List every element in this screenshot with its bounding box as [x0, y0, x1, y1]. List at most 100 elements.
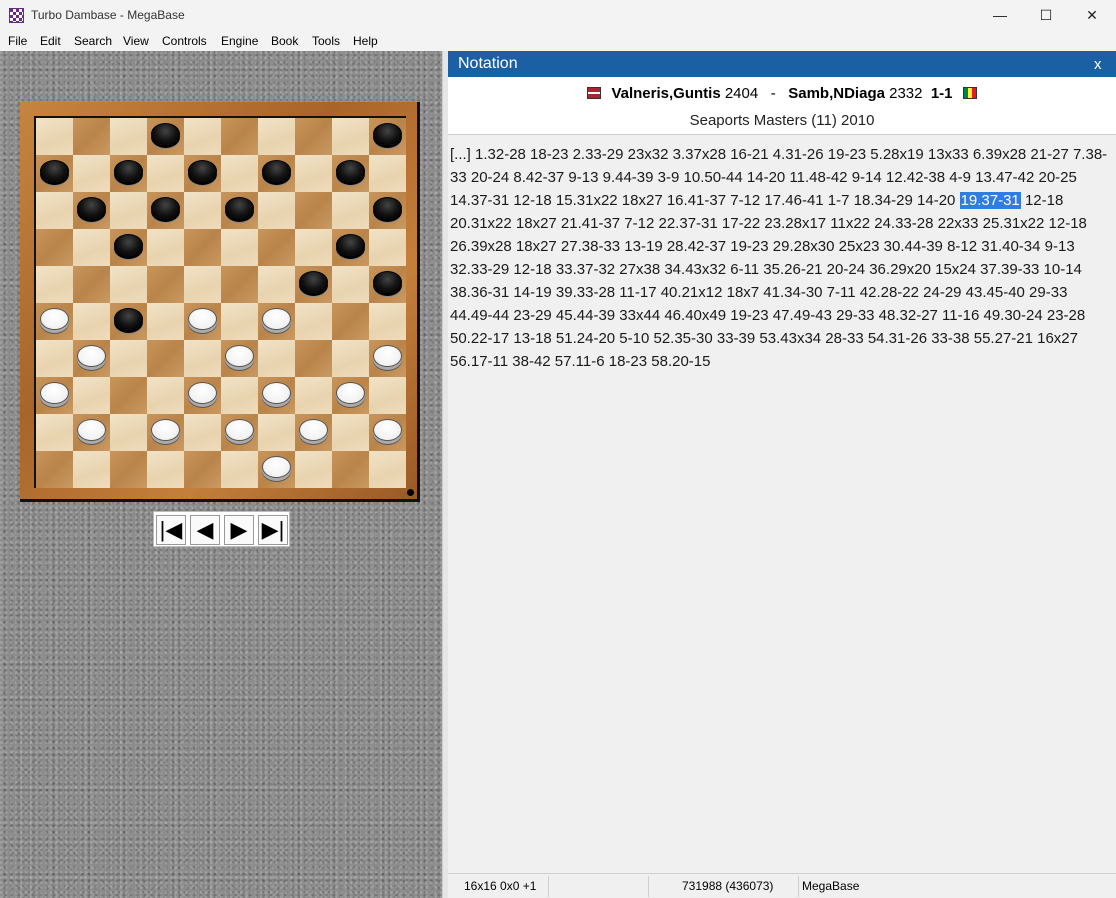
- notation-header: Notation x: [448, 51, 1116, 77]
- black-piece[interactable]: [151, 123, 180, 145]
- minimize-button[interactable]: —: [977, 0, 1023, 31]
- white-piece[interactable]: [188, 308, 217, 330]
- white-piece[interactable]: [225, 345, 254, 367]
- previous-move-button[interactable]: ◀: [190, 515, 220, 545]
- white-piece[interactable]: [262, 382, 291, 404]
- black-piece[interactable]: [40, 160, 69, 182]
- dark-square[interactable]: [295, 192, 332, 229]
- light-square: [295, 303, 332, 340]
- black-piece[interactable]: [225, 197, 254, 219]
- menu-file[interactable]: File: [8, 34, 27, 48]
- menu-search[interactable]: Search: [74, 34, 112, 48]
- menu-edit[interactable]: Edit: [40, 34, 61, 48]
- white-piece[interactable]: [77, 419, 106, 441]
- latvia-flag-icon: [587, 87, 602, 99]
- black-piece[interactable]: [151, 197, 180, 219]
- first-move-button[interactable]: |◀: [156, 515, 186, 545]
- black-piece[interactable]: [373, 197, 402, 219]
- dark-square[interactable]: [332, 451, 369, 488]
- white-piece[interactable]: [299, 419, 328, 441]
- light-square: [258, 118, 295, 155]
- notation-panel: Notation x Valneris,Guntis 2404 - Samb,N…: [448, 51, 1116, 873]
- game-header: Valneris,Guntis 2404 - Samb,NDiaga 2332 …: [448, 77, 1116, 135]
- moves-after-current[interactable]: 12-18 20.31x22 18x27 21.41-37 7-12 22.37…: [450, 192, 1087, 370]
- black-piece[interactable]: [336, 234, 365, 256]
- light-square: [36, 266, 73, 303]
- dark-square[interactable]: [295, 118, 332, 155]
- light-square: [258, 414, 295, 451]
- dark-square[interactable]: [184, 451, 221, 488]
- dark-square[interactable]: [36, 229, 73, 266]
- light-square: [258, 266, 295, 303]
- black-piece[interactable]: [373, 123, 402, 145]
- light-square: [295, 377, 332, 414]
- white-piece[interactable]: [262, 456, 291, 478]
- black-piece[interactable]: [77, 197, 106, 219]
- light-square: [147, 303, 184, 340]
- light-square: [73, 451, 110, 488]
- dark-square[interactable]: [221, 118, 258, 155]
- status-separator: [648, 876, 649, 897]
- status-game-count: 731988 (436073): [682, 879, 774, 893]
- current-move[interactable]: 19.37-31: [959, 192, 1021, 209]
- maximize-button[interactable]: ☐: [1023, 0, 1069, 31]
- menu-help[interactable]: Help: [353, 34, 378, 48]
- dark-square[interactable]: [73, 266, 110, 303]
- menu-engine[interactable]: Engine: [221, 34, 258, 48]
- last-move-button[interactable]: ▶|: [258, 515, 288, 545]
- white-player-name: Valneris,Guntis: [611, 85, 721, 102]
- dark-square[interactable]: [147, 340, 184, 377]
- menu-tools[interactable]: Tools: [312, 34, 340, 48]
- board-pane: |◀ ◀ ▶ ▶|: [0, 51, 442, 898]
- black-piece[interactable]: [373, 271, 402, 293]
- black-piece[interactable]: [114, 234, 143, 256]
- dark-square[interactable]: [73, 118, 110, 155]
- white-piece[interactable]: [262, 308, 291, 330]
- dark-square[interactable]: [258, 229, 295, 266]
- black-piece[interactable]: [114, 160, 143, 182]
- black-piece[interactable]: [299, 271, 328, 293]
- players-line: Valneris,Guntis 2404 - Samb,NDiaga 2332 …: [448, 85, 1116, 102]
- light-square: [332, 414, 369, 451]
- light-square: [36, 340, 73, 377]
- light-square: [369, 451, 406, 488]
- status-board-info: 16x16 0x0 +1: [464, 879, 537, 893]
- draughts-board[interactable]: [34, 116, 406, 488]
- light-square: [369, 377, 406, 414]
- white-piece[interactable]: [40, 308, 69, 330]
- menu-book[interactable]: Book: [271, 34, 298, 48]
- dark-square[interactable]: [332, 303, 369, 340]
- black-piece[interactable]: [336, 160, 365, 182]
- dark-square[interactable]: [184, 229, 221, 266]
- white-piece[interactable]: [373, 419, 402, 441]
- white-piece[interactable]: [373, 345, 402, 367]
- menu-controls[interactable]: Controls: [162, 34, 207, 48]
- white-piece[interactable]: [40, 382, 69, 404]
- senegal-flag-icon: [962, 87, 977, 99]
- move-list[interactable]: [...] 1.32-28 18-23 2.33-29 23x32 3.37x2…: [450, 143, 1112, 373]
- light-square: [147, 451, 184, 488]
- dark-square[interactable]: [295, 340, 332, 377]
- black-piece[interactable]: [262, 160, 291, 182]
- next-move-button[interactable]: ▶: [224, 515, 254, 545]
- dark-square[interactable]: [147, 266, 184, 303]
- white-piece[interactable]: [151, 419, 180, 441]
- black-piece[interactable]: [188, 160, 217, 182]
- status-separator: [798, 876, 799, 897]
- white-piece[interactable]: [77, 345, 106, 367]
- close-button[interactable]: ✕: [1069, 0, 1115, 31]
- light-square: [73, 303, 110, 340]
- white-piece[interactable]: [336, 382, 365, 404]
- white-piece[interactable]: [225, 419, 254, 441]
- light-square: [110, 118, 147, 155]
- notation-close-button[interactable]: x: [1094, 56, 1102, 73]
- dark-square[interactable]: [36, 451, 73, 488]
- menu-view[interactable]: View: [123, 34, 149, 48]
- light-square: [221, 451, 258, 488]
- black-piece[interactable]: [114, 308, 143, 330]
- dark-square[interactable]: [110, 377, 147, 414]
- light-square: [332, 340, 369, 377]
- dark-square[interactable]: [221, 266, 258, 303]
- dark-square[interactable]: [110, 451, 147, 488]
- white-piece[interactable]: [188, 382, 217, 404]
